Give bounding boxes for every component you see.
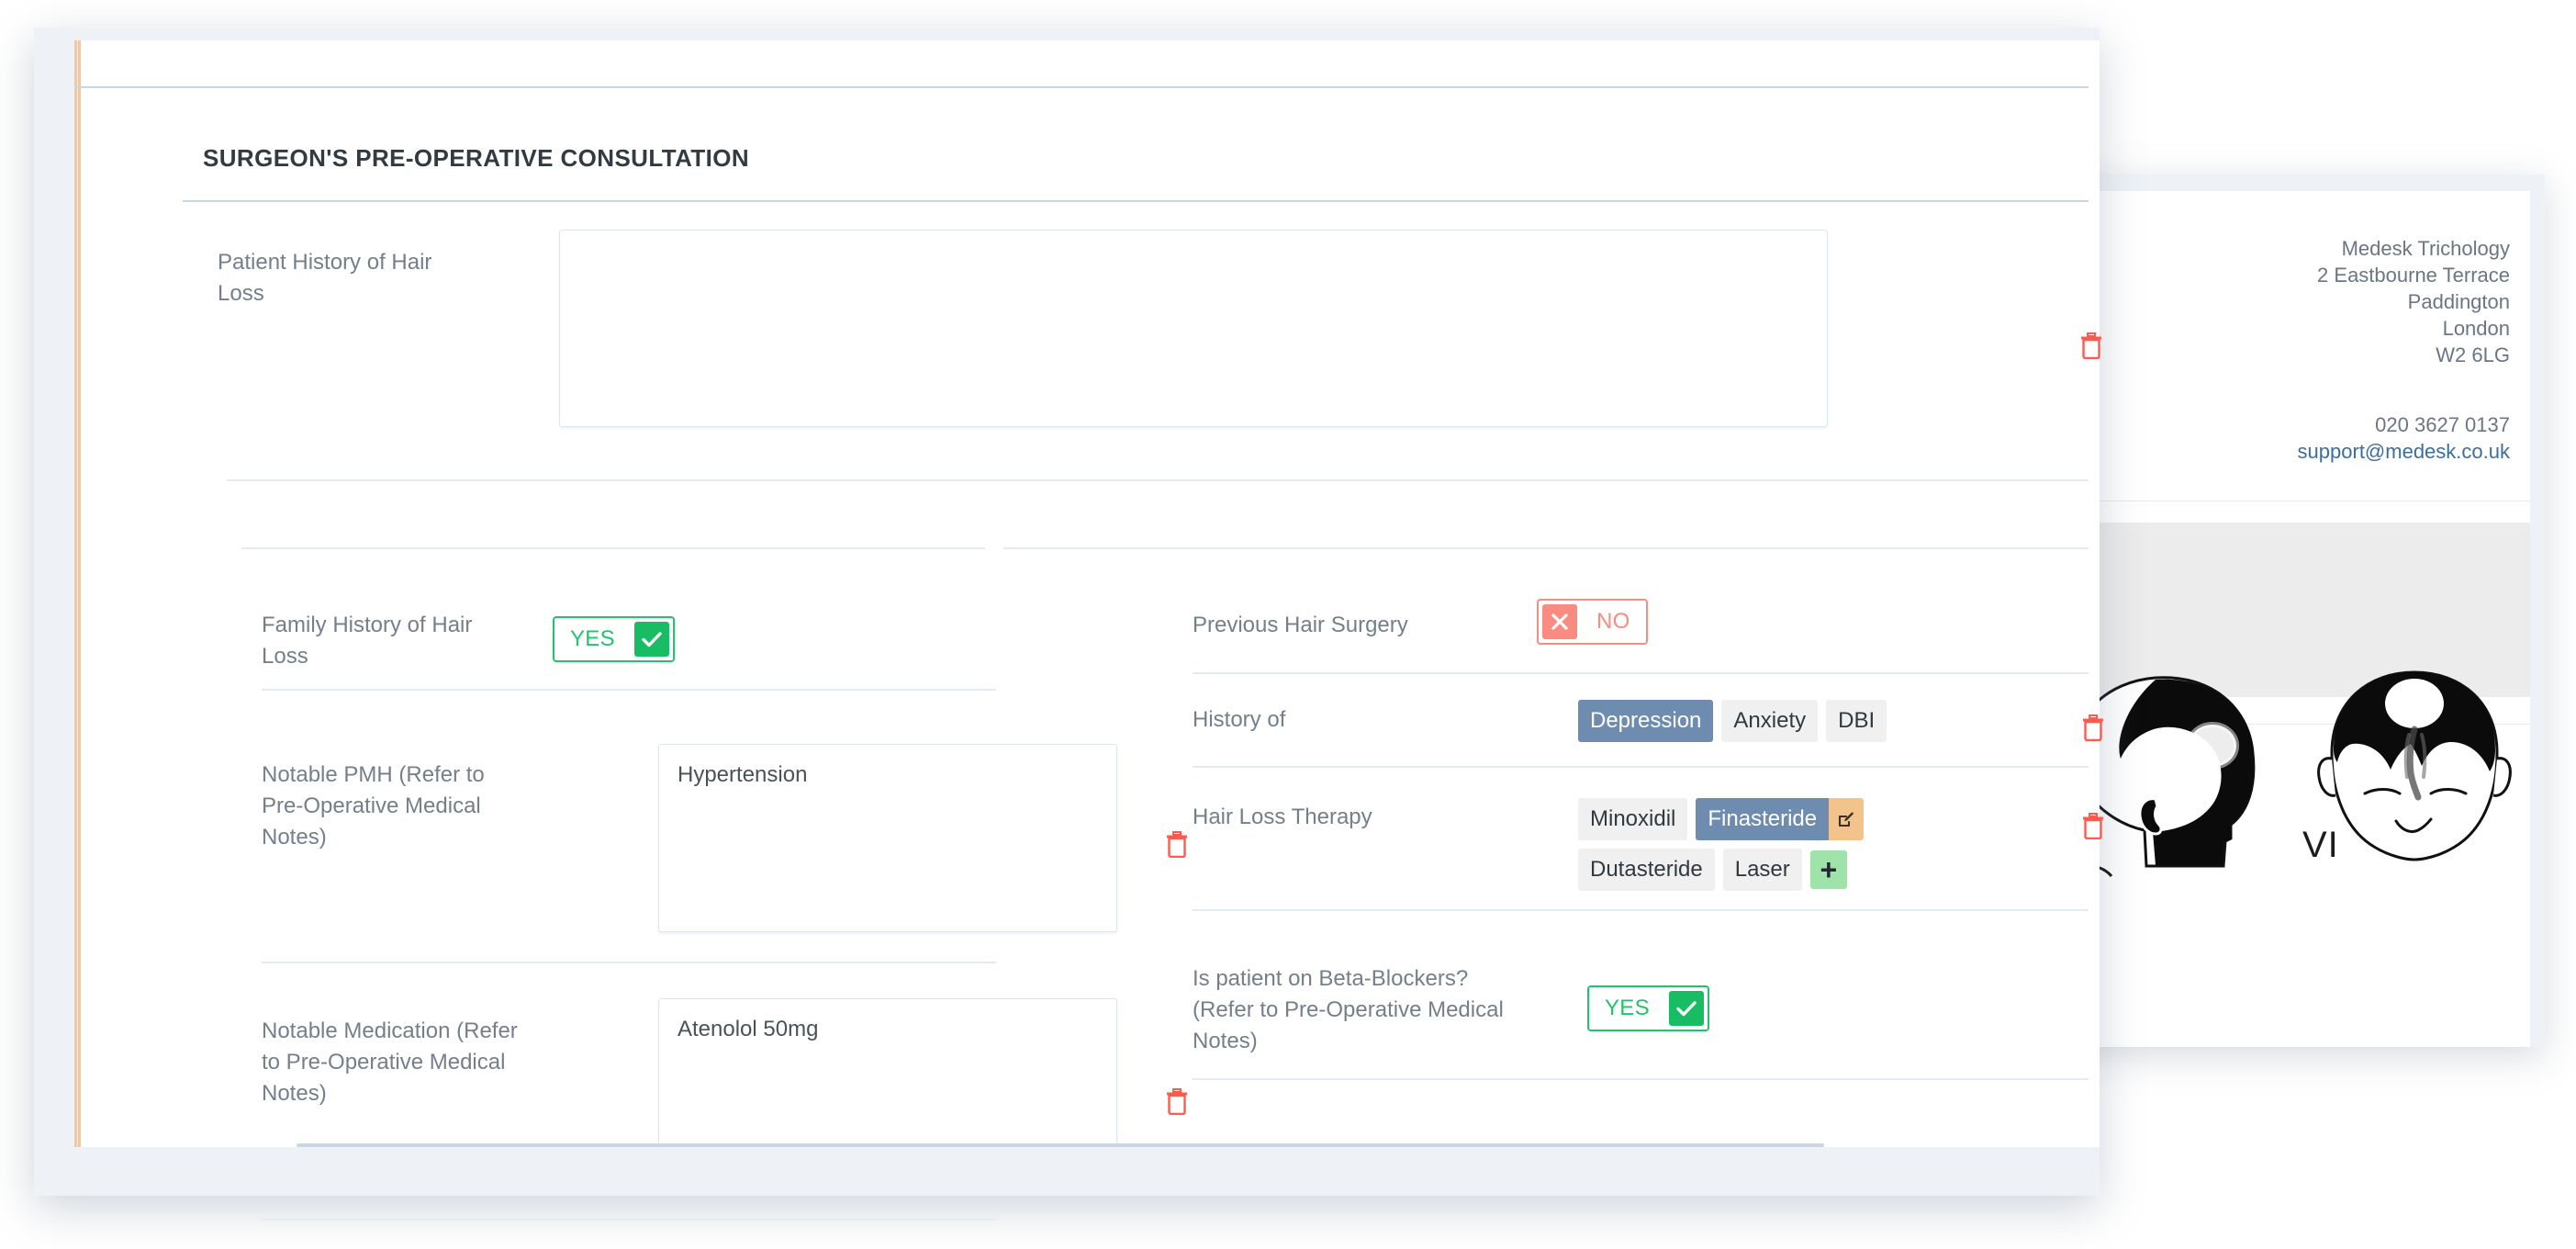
right-divider-4 (1193, 1078, 2089, 1080)
card-title-rule (183, 200, 2089, 202)
card-top-rule (74, 86, 2089, 88)
clinic-address-block: Medesk Trichology 2 Eastbourne Terrace P… (2317, 235, 2510, 368)
consultation-card: SURGEON'S PRE-OPERATIVE CONSULTATION Pat… (74, 40, 2103, 1221)
right-divider-2 (1193, 766, 2089, 768)
norwood-scale-illustration: VI (2082, 650, 2530, 880)
tag-laser[interactable]: Laser (1722, 849, 1802, 891)
page-title: SURGEON'S PRE-OPERATIVE CONSULTATION (203, 144, 750, 172)
beta-blockers-label: Is patient on Beta-Blockers? (Refer to P… (1193, 966, 1504, 1053)
hair-loss-therapy-label: Hair Loss Therapy (1193, 805, 1372, 829)
tag-minoxidil[interactable]: Minoxidil (1578, 798, 1688, 840)
history-of-delete-icon[interactable] (2081, 714, 2105, 741)
consultation-window-frame: SURGEON'S PRE-OPERATIVE CONSULTATION Pat… (34, 28, 2103, 1221)
notable-medication-delete-icon[interactable] (1165, 1087, 1189, 1115)
beta-blockers-toggle[interactable]: YES (1587, 985, 1709, 1031)
screenshot-root: Medesk Trichology 2 Eastbourne Terrace P… (0, 0, 2576, 1249)
tag-dutasteride[interactable]: Dutasteride (1578, 849, 1715, 891)
clinic-name: Medesk Trichology (2341, 237, 2510, 260)
patient-history-label: Patient History of Hair Loss (218, 250, 432, 306)
family-history-toggle-label: YES (570, 626, 615, 651)
clinic-phone: 020 3627 0137 (2375, 413, 2510, 436)
notable-pmh-delete-icon[interactable] (1165, 830, 1189, 858)
left-divider-3 (262, 1219, 996, 1221)
left-divider-2 (262, 962, 996, 963)
orange-accent-bar (74, 40, 81, 1147)
card-footer (34, 1147, 2100, 1196)
edit-icon[interactable] (1829, 798, 1865, 840)
right-divider-3 (1193, 909, 2089, 911)
patient-history-textarea[interactable] (559, 230, 1828, 427)
beta-blockers-toggle-label: YES (1605, 996, 1650, 1020)
history-of-tag-group: Depression Anxiety DBI (1578, 700, 1964, 742)
clinic-address-line2: Paddington (2407, 290, 2510, 313)
clinic-letterhead: Medesk Trichology 2 Eastbourne Terrace P… (2082, 191, 2530, 1047)
previous-hair-surgery-toggle[interactable]: NO (1537, 599, 1648, 645)
cross-icon (1542, 604, 1577, 639)
family-history-toggle[interactable]: YES (553, 616, 675, 662)
tag-depression[interactable]: Depression (1578, 700, 1714, 742)
check-icon (633, 622, 669, 657)
history-of-label: History of (1193, 707, 1286, 732)
left-divider-1 (262, 689, 996, 691)
tag-dbi[interactable]: DBI (1826, 700, 1887, 742)
tag-finasteride[interactable]: Finasteride (1696, 798, 1830, 840)
notable-pmh-textarea[interactable]: Hypertension (658, 744, 1117, 932)
column-divider-left (241, 547, 985, 549)
right-divider-1 (1193, 672, 2089, 674)
clinic-email-link[interactable]: support@medesk.co.uk (2298, 438, 2510, 465)
notable-pmh-label: Notable PMH (Refer to Pre-Operative Medi… (262, 762, 485, 850)
norwood-stage-label: VI (2302, 825, 2339, 865)
tag-finasteride-group: Finasteride (1696, 798, 1865, 840)
family-history-label: Family History of Hair Loss (262, 613, 473, 669)
clinic-postcode: W2 6LG (2436, 343, 2510, 366)
previous-hair-surgery-toggle-label: NO (1596, 609, 1630, 634)
background-clinic-panel: Medesk Trichology 2 Eastbourne Terrace P… (2067, 174, 2545, 1047)
clinic-address-line1: 2 Eastbourne Terrace (2317, 264, 2510, 287)
previous-hair-surgery-label: Previous Hair Surgery (1193, 613, 1408, 637)
add-therapy-icon[interactable]: + (1809, 850, 1847, 889)
tag-anxiety[interactable]: Anxiety (1721, 700, 1819, 742)
clinic-city: London (2442, 317, 2510, 340)
check-icon (1668, 991, 1704, 1026)
hair-loss-therapy-delete-icon[interactable] (2081, 812, 2105, 839)
hair-loss-therapy-tag-group: Minoxidil Finasteride Dutasteride Laser (1578, 798, 1936, 891)
notable-medication-label: Notable Medication (Refer to Pre-Operati… (262, 1018, 518, 1106)
section-divider-top (227, 479, 2089, 481)
patient-history-delete-icon[interactable] (2079, 332, 2103, 359)
column-divider-right (1003, 547, 2089, 549)
